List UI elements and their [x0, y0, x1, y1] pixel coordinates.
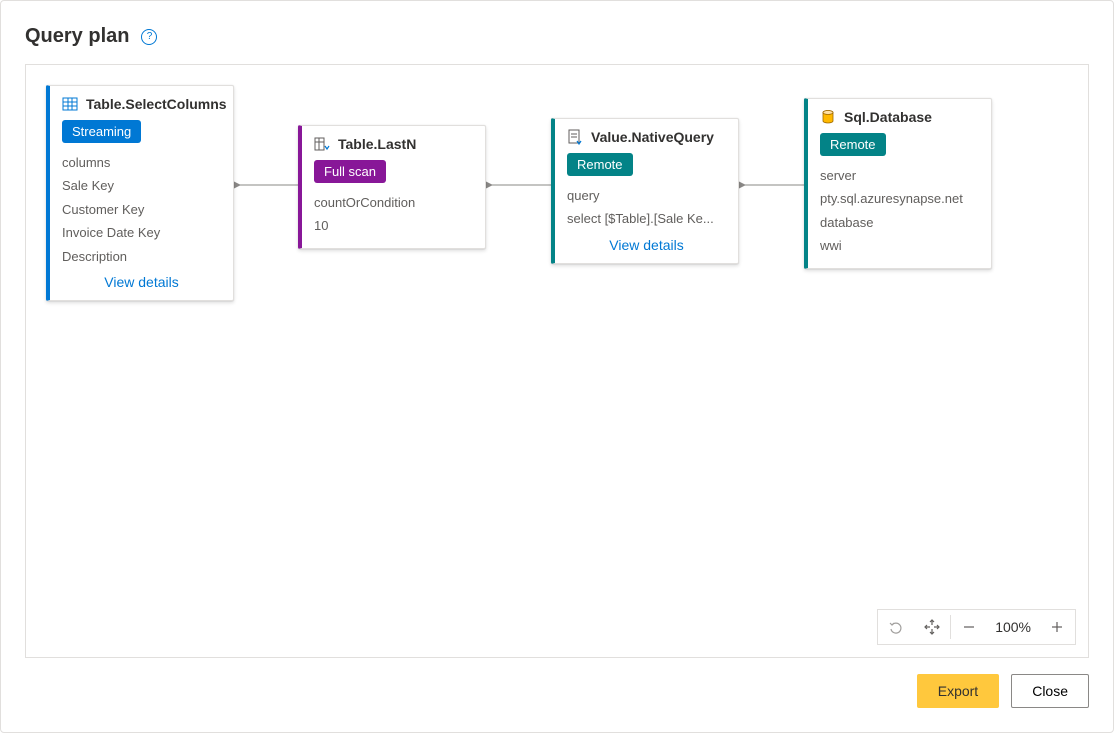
database-icon: [820, 109, 836, 125]
node-title: Table.LastN: [338, 136, 416, 152]
fit-icon: [924, 619, 940, 635]
node-row: countOrCondition: [314, 191, 473, 214]
help-icon[interactable]: ?: [141, 29, 157, 45]
node-header: Sql.Database: [820, 109, 979, 125]
node-row: query: [567, 184, 726, 207]
view-details-link[interactable]: View details: [567, 237, 726, 253]
script-icon: [567, 129, 583, 145]
node-row: Customer Key: [62, 198, 221, 221]
undo-button[interactable]: [878, 609, 914, 645]
remote-badge: Remote: [567, 153, 633, 176]
node-header: Value.NativeQuery: [567, 129, 726, 145]
plus-icon: [1050, 620, 1064, 634]
node-row: columns: [62, 151, 221, 174]
node-native-query[interactable]: Value.NativeQuery Remote query select [$…: [551, 118, 739, 264]
fullscan-badge: Full scan: [314, 160, 386, 183]
node-row: select [$Table].[Sale Ke...: [567, 207, 726, 230]
dialog-header: Query plan ?: [25, 25, 1089, 48]
node-row: wwi: [820, 234, 979, 257]
dialog-title: Query plan: [25, 25, 129, 48]
node-row: server: [820, 164, 979, 187]
node-header: Table.SelectColumns: [62, 96, 221, 112]
diagram-canvas[interactable]: Table.SelectColumns Streaming columns Sa…: [25, 64, 1089, 658]
dialog-footer: Export Close: [25, 674, 1089, 708]
zoom-level: 100%: [987, 619, 1039, 635]
minus-icon: [962, 620, 976, 634]
node-row: 10: [314, 214, 473, 237]
node-sql-database[interactable]: Sql.Database Remote server pty.sql.azure…: [804, 98, 992, 269]
zoom-out-button[interactable]: [951, 609, 987, 645]
query-plan-dialog: Query plan ? Table.SelectColumns Streami…: [0, 0, 1114, 733]
close-button[interactable]: Close: [1011, 674, 1089, 708]
fit-button[interactable]: [914, 609, 950, 645]
table-lastn-icon: [314, 136, 330, 152]
node-row: pty.sql.azuresynapse.net: [820, 187, 979, 210]
view-details-link[interactable]: View details: [62, 274, 221, 290]
node-title: Sql.Database: [844, 109, 932, 125]
node-row: Sale Key: [62, 174, 221, 197]
node-title: Table.SelectColumns: [86, 96, 227, 112]
node-lastn[interactable]: Table.LastN Full scan countOrCondition 1…: [298, 125, 486, 249]
node-header: Table.LastN: [314, 136, 473, 152]
node-row: Invoice Date Key: [62, 221, 221, 244]
node-title: Value.NativeQuery: [591, 129, 714, 145]
zoom-in-button[interactable]: [1039, 609, 1075, 645]
zoom-toolbar: 100%: [877, 609, 1076, 645]
streaming-badge: Streaming: [62, 120, 141, 143]
remote-badge: Remote: [820, 133, 886, 156]
node-row: database: [820, 211, 979, 234]
node-row: Description: [62, 245, 221, 268]
node-select-columns[interactable]: Table.SelectColumns Streaming columns Sa…: [46, 85, 234, 301]
undo-icon: [888, 619, 904, 635]
table-icon: [62, 96, 78, 112]
export-button[interactable]: Export: [917, 674, 999, 708]
